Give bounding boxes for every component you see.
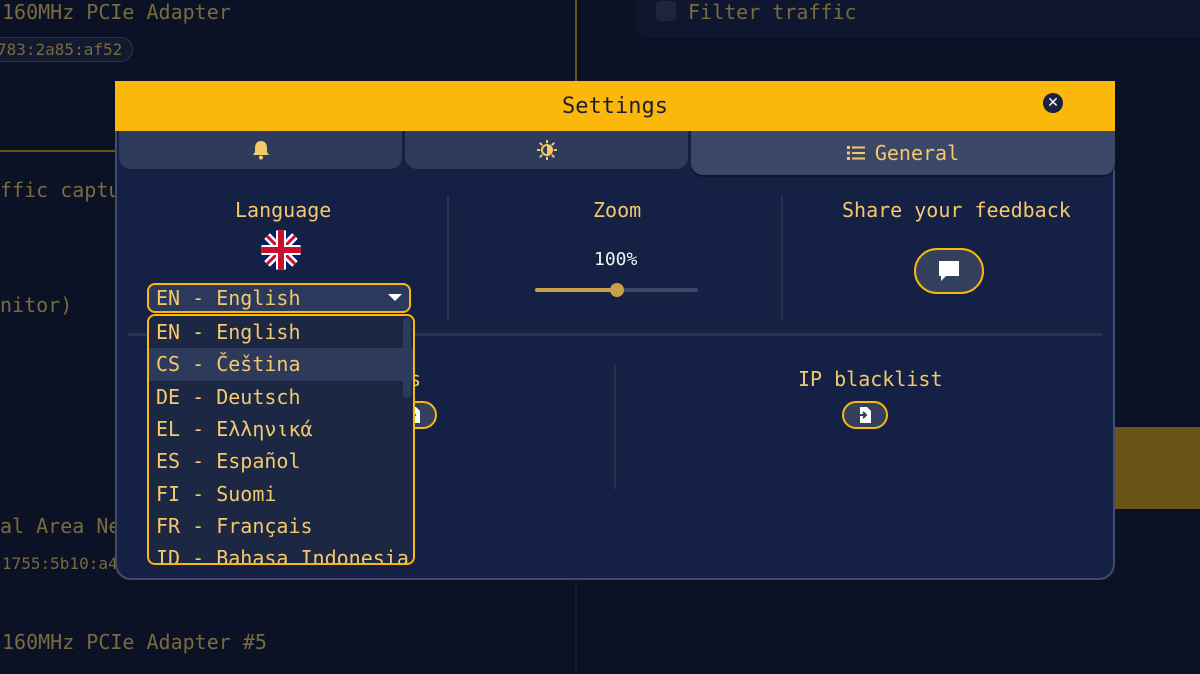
modal-header: Settings ✕ <box>115 81 1115 131</box>
adapter-name-mid: al Area Ne <box>0 514 121 538</box>
language-dropdown: EN - English CS - Čeština DE - Deutsch E… <box>147 314 415 565</box>
import-ip-blacklist-button[interactable] <box>842 401 888 429</box>
uk-flag-icon <box>261 230 301 270</box>
language-option-cs[interactable]: CS - Čeština <box>149 348 413 381</box>
chevron-down-icon <box>388 294 402 301</box>
adapter-address-mid: 1755:5b10:a4d <box>2 554 128 573</box>
divider-language-zoom <box>447 196 449 320</box>
language-option-el[interactable]: EL - Ελληνικά <box>149 413 413 445</box>
list-icon <box>846 146 865 160</box>
modal-title: Settings <box>562 93 668 119</box>
zoom-title: Zoom <box>593 198 642 222</box>
language-title: Language <box>235 198 332 222</box>
divider-zoom-feedback <box>781 196 783 320</box>
close-icon[interactable]: ✕ <box>1043 93 1063 113</box>
zoom-slider[interactable] <box>535 283 698 297</box>
language-option-fr[interactable]: FR - Français <box>149 510 413 542</box>
feedback-button[interactable] <box>914 248 984 294</box>
filter-traffic-label: Filter traffic <box>688 0 857 24</box>
language-option-es[interactable]: ES - Español <box>149 445 413 477</box>
bell-icon <box>252 141 269 160</box>
ip-blacklist-title: IP blacklist <box>798 367 943 391</box>
tab-general[interactable]: General <box>691 131 1115 175</box>
background-accent-block <box>1112 427 1200 509</box>
language-select[interactable]: EN - English <box>147 283 411 313</box>
adapter-name-bottom: 160MHz PCIe Adapter #5 <box>2 630 267 654</box>
language-option-id[interactable]: ID - Bahasa Indonesia <box>149 542 413 563</box>
chat-bubble-icon <box>939 261 959 281</box>
zoom-slider-thumb[interactable] <box>609 283 624 297</box>
filter-checkbox <box>656 1 676 21</box>
dropdown-scrollbar[interactable] <box>403 318 411 398</box>
feedback-title: Share your feedback <box>842 198 1071 222</box>
zoom-slider-fill <box>535 288 617 292</box>
adapter-address-top: 783:2a85:af52 <box>0 37 134 62</box>
tab-general-label: General <box>874 141 960 165</box>
traffic-capture-label: ffic captu <box>0 178 121 202</box>
language-option-de[interactable]: DE - Deutsch <box>149 381 413 413</box>
language-selected-value: EN - English <box>156 286 301 310</box>
tab-style[interactable] <box>405 131 688 169</box>
tab-notifications[interactable] <box>119 131 402 169</box>
zoom-value: 100% <box>594 249 638 270</box>
settings-modal: Settings ✕ General Language EN - English… <box>115 81 1115 580</box>
adapter-name-top: 160MHz PCIe Adapter <box>2 0 231 24</box>
divider-imports <box>614 365 616 489</box>
language-option-en[interactable]: EN - English <box>149 316 413 348</box>
settings-tabs: General <box>119 131 1115 181</box>
brightness-icon <box>536 140 557 160</box>
import-file-icon <box>857 407 871 423</box>
language-option-fi[interactable]: FI - Suomi <box>149 477 413 509</box>
monitor-label: nitor) <box>0 293 73 317</box>
